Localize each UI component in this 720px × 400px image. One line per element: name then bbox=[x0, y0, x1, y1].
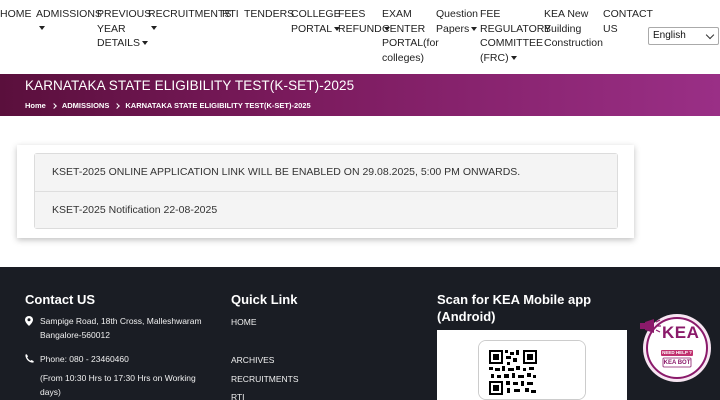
app-heading-line: Scan for KEA Mobile app bbox=[437, 292, 592, 307]
nav-item-tenders[interactable]: TENDERS bbox=[244, 7, 294, 22]
nav-item-label: ADMISSIONS bbox=[36, 8, 102, 20]
nav-item-fee-regulatory-committee[interactable]: FEE REGULATORY COMMITTEE (FRC) bbox=[480, 7, 551, 65]
nav-item-college-portal[interactable]: COLLEGE PORTAL bbox=[291, 7, 341, 36]
nav-item-question-papers[interactable]: Question Papers bbox=[436, 7, 478, 36]
nav-item-label: REGULATORY bbox=[480, 22, 552, 35]
language-select-value: English bbox=[653, 30, 686, 41]
qr-code-panel bbox=[437, 330, 627, 400]
breadcrumb-admissions[interactable]: ADMISSIONS bbox=[62, 101, 110, 110]
nav-item-contact-us[interactable]: CONTACT US bbox=[603, 7, 653, 36]
caret-down-icon bbox=[39, 25, 45, 30]
kea-bot-logo-text: KEA bbox=[662, 323, 700, 342]
nav-item-label: Building bbox=[544, 22, 582, 35]
caret-down-icon bbox=[510, 55, 517, 60]
contact-hours-line: days) bbox=[40, 387, 61, 397]
nav-item-exam-center-portal[interactable]: EXAM CENTER PORTAL(for colleges) bbox=[382, 7, 439, 65]
kea-bot-name: KEA BOT bbox=[663, 360, 691, 366]
caret-down-icon bbox=[151, 25, 157, 30]
chevron-right-icon bbox=[51, 102, 57, 109]
nav-item-label: US bbox=[603, 22, 618, 35]
nav-item-admissions[interactable]: ADMISSIONS bbox=[36, 7, 102, 34]
quick-link-home[interactable]: HOME bbox=[231, 317, 257, 327]
qr-code-icon bbox=[479, 341, 585, 399]
nav-item-label: COMMITTEE bbox=[480, 37, 543, 49]
contact-address-line: Bangalore-560012 bbox=[40, 330, 110, 340]
nav-item-label: Construction bbox=[544, 37, 603, 49]
announcement-item[interactable]: KSET-2025 ONLINE APPLICATION LINK WILL B… bbox=[35, 154, 617, 191]
contact-phone: Phone: 080 - 23460460 bbox=[40, 354, 129, 364]
chevron-right-icon bbox=[114, 102, 121, 109]
contact-address-line: Sampige Road, 18th Cross, Malleshwaram bbox=[40, 316, 202, 326]
nav-item-label: Question bbox=[436, 8, 479, 20]
kea-bot-widget[interactable]: KEA NEED HELP ? KEA BOT bbox=[640, 302, 712, 388]
announcement-item[interactable]: KSET-2025 Notification 22-08-2025 bbox=[35, 191, 617, 228]
nav-item-label: PORTAL(for bbox=[382, 37, 439, 49]
nav-item-label: (FRC) bbox=[480, 51, 551, 66]
nav-item-kea-new-building-construction[interactable]: KEA New Building Construction bbox=[544, 7, 603, 51]
nav-item-label: RTI bbox=[222, 8, 239, 20]
breadcrumb-current: KARNATAKA STATE ELIGIBILITY TEST(K-SET)-… bbox=[125, 101, 311, 110]
nav-item-label: TENDERS bbox=[244, 8, 295, 20]
nav-item-label: PORTAL bbox=[291, 22, 341, 37]
nav-item-label: PREVIOUS bbox=[97, 8, 152, 20]
nav-item-label: EXAM bbox=[382, 8, 412, 20]
contact-heading: Contact US bbox=[25, 292, 96, 307]
language-select[interactable]: English bbox=[648, 27, 719, 45]
caret-down-icon bbox=[471, 26, 478, 31]
page-title: KARNATAKA STATE ELIGIBILITY TEST(K-SET)-… bbox=[25, 78, 355, 93]
footer: Contact US Sampige Road, 18th Cross, Mal… bbox=[0, 267, 720, 400]
nav-item-label: KEA New bbox=[544, 8, 589, 20]
nav-item-label: DETAILS bbox=[97, 36, 151, 51]
nav-item-home[interactable]: HOME bbox=[0, 7, 32, 22]
content-card: KSET-2025 ONLINE APPLICATION LINK WILL B… bbox=[17, 145, 634, 238]
nav-item-label: Papers bbox=[436, 22, 478, 37]
nav-item-label: CENTER bbox=[382, 22, 426, 35]
quick-link-recruitments[interactable]: RECRUITMENTS bbox=[231, 374, 299, 384]
nav-item-label: RECRUITMENTS bbox=[148, 8, 232, 20]
quick-link-rti[interactable]: RTI bbox=[231, 392, 245, 400]
quick-link-archives[interactable]: ARCHIVES bbox=[231, 355, 274, 365]
nav-item-previous-year-details[interactable]: PREVIOUS YEAR DETAILS bbox=[97, 7, 151, 51]
contact-hours-line: (From 10:30 Hrs to 17:30 Hrs on Working bbox=[40, 373, 196, 383]
chevron-down-icon bbox=[705, 30, 715, 40]
nav-item-label: COLLEGE bbox=[291, 8, 341, 20]
nav-item-rti[interactable]: RTI bbox=[222, 7, 239, 22]
nav-item-recruitments[interactable]: RECRUITMENTS bbox=[148, 7, 231, 34]
nav-item-label: colleges) bbox=[382, 51, 425, 64]
top-navigation: HOME ADMISSIONS PREVIOUS YEAR DETAILS RECRUIT… bbox=[0, 0, 720, 74]
nav-item-label: FEE bbox=[480, 8, 501, 20]
nav-item-label: YEAR bbox=[97, 22, 126, 35]
breadcrumb-home[interactable]: Home bbox=[25, 101, 46, 110]
page-banner: KARNATAKA STATE ELIGIBILITY TEST(K-SET)-… bbox=[0, 74, 720, 116]
qr-code-frame[interactable] bbox=[478, 340, 586, 400]
map-marker-icon bbox=[25, 316, 33, 326]
nav-item-label: HOME bbox=[0, 8, 32, 20]
breadcrumb: Home ADMISSIONS KARNATAKA STATE ELIGIBIL… bbox=[25, 101, 311, 110]
caret-down-icon bbox=[141, 41, 148, 46]
kea-bot-tag: NEED HELP ? bbox=[662, 350, 692, 355]
phone-icon bbox=[25, 354, 34, 363]
app-heading-line: (Android) bbox=[437, 309, 496, 324]
quick-link-heading: Quick Link bbox=[231, 292, 298, 307]
announcement-list: KSET-2025 ONLINE APPLICATION LINK WILL B… bbox=[34, 153, 618, 229]
kea-bot-logo-icon bbox=[640, 314, 711, 382]
nav-item-label: CONTACT bbox=[603, 8, 653, 20]
